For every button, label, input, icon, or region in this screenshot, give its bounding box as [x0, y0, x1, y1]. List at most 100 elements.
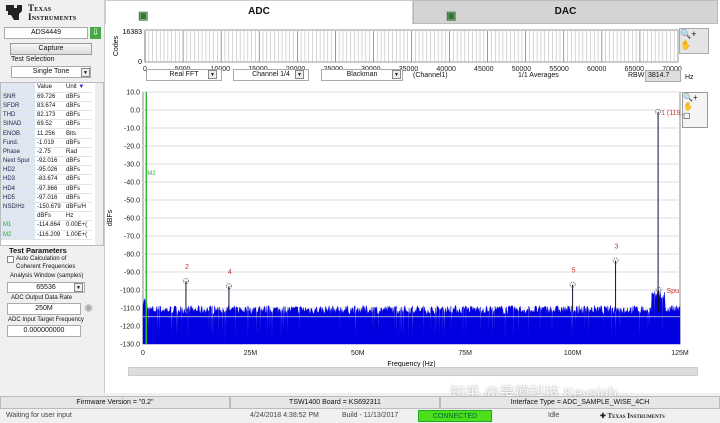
- x-tick: 100M: [564, 350, 582, 357]
- results-table[interactable]: Value Unit ▼ SNR 69.726 dBFs SFDR 83.674 dBFs TH…: [0, 82, 104, 246]
- pan-icon[interactable]: ✋: [683, 102, 693, 111]
- target-input[interactable]: 0.000000000: [7, 325, 81, 337]
- y-tick: -70.0: [124, 234, 140, 241]
- chevron-down-icon[interactable]: ▼: [295, 70, 304, 79]
- device-select[interactable]: ADS4449: [4, 27, 88, 39]
- auto-calc-checkbox[interactable]: [7, 256, 14, 263]
- brand-line2: Instruments: [28, 12, 77, 22]
- test-selection-value: Single Tone: [32, 68, 70, 75]
- row-value: -83.674: [35, 174, 64, 185]
- test-params-heading: Test Parameters: [9, 246, 67, 255]
- interface-type: Interface Type = ADC_SAMPLE_WISE_4CH: [440, 396, 720, 409]
- table-row[interactable]: NSD/Hz -150.679 dBFs/H: [1, 202, 92, 213]
- channel-note: (Channel1): [413, 72, 448, 79]
- codes-ymin: 0: [138, 59, 142, 66]
- tab-adc[interactable]: ▣ ADC: [105, 0, 413, 24]
- table-row[interactable]: THD 82.173 dBFs: [1, 110, 92, 121]
- row-unit: Bits: [64, 128, 92, 139]
- sort-icon: ▼: [78, 84, 85, 91]
- peak-label: 5: [572, 268, 576, 275]
- table-row[interactable]: M2 -116.209 1.00E+(: [1, 230, 92, 240]
- left-panel: Texas Instruments ADS4449 ⇩ Capture Test …: [0, 0, 104, 393]
- row-value: -92.016: [35, 156, 64, 167]
- tab-adc-label: ADC: [248, 6, 270, 17]
- row-name: M1: [1, 220, 35, 231]
- rate-input[interactable]: 250M: [7, 303, 81, 315]
- table-row[interactable]: Fund. -1.019 dBFs: [1, 138, 92, 148]
- row-unit: dBFs: [64, 138, 92, 148]
- pan-icon[interactable]: ✋: [680, 40, 691, 50]
- chevron-down-icon[interactable]: ▼: [208, 70, 217, 79]
- reset-zoom-icon[interactable]: ▢: [683, 111, 691, 120]
- window-func-dropdown[interactable]: Blackman: [321, 69, 403, 81]
- chevron-down-icon[interactable]: ▼: [81, 68, 90, 77]
- table-row[interactable]: Next Spur -92.016 dBFs: [1, 156, 92, 167]
- fft-zoom-tools[interactable]: 🔍+ ✋ ▢: [682, 92, 708, 128]
- table-row[interactable]: SFDR 83.674 dBFs: [1, 101, 92, 112]
- table-row[interactable]: HD5 -97.016 dBFs: [1, 193, 92, 203]
- x-tick: 75M: [458, 350, 472, 357]
- ti-logo-icon: [6, 5, 22, 20]
- table-row[interactable]: SINAD 69.52 dBFs: [1, 119, 92, 130]
- rate-label: ADC Output Data Rate: [11, 295, 73, 301]
- col-unit-label: Unit: [66, 84, 77, 91]
- table-scrollbar[interactable]: [95, 83, 103, 245]
- plus-icon[interactable]: +: [691, 29, 696, 39]
- row-name: THD: [1, 110, 35, 121]
- table-row[interactable]: ENOB 11.256 Bits: [1, 128, 92, 139]
- horizontal-scrollbar[interactable]: [128, 367, 698, 376]
- y-tick: -80.0: [124, 252, 140, 259]
- row-value: -114.864: [35, 220, 64, 231]
- chevron-down-icon[interactable]: ▼: [392, 70, 401, 79]
- gear-icon[interactable]: ✺: [84, 302, 93, 315]
- row-unit: dBFs: [64, 165, 92, 176]
- row-unit: dBFs: [64, 193, 92, 203]
- rbw-value: 3814.7: [645, 70, 681, 82]
- table-row[interactable]: HD2 -95.026 dBFs: [1, 165, 92, 176]
- row-name: Next Spur: [1, 156, 35, 167]
- table-row[interactable]: HD4 -97.866 dBFs: [1, 184, 92, 194]
- tab-dac[interactable]: ▣ DAC: [413, 0, 718, 24]
- test-selection-label: Test Selection: [11, 56, 55, 63]
- x-tick: 50M: [351, 350, 365, 357]
- table-row[interactable]: M1 -114.864 0.00E+(: [1, 220, 92, 231]
- y-tick: 10.0: [126, 90, 140, 97]
- zoom-icon[interactable]: 🔍: [680, 29, 691, 39]
- download-icon[interactable]: ⇩: [90, 27, 101, 39]
- row-name: NSD/Hz: [1, 202, 35, 213]
- row-name: ENOB: [1, 128, 35, 139]
- window-func-value: Blackman: [346, 71, 378, 78]
- row-name: Fund.: [1, 138, 35, 148]
- capture-button[interactable]: Capture: [10, 43, 92, 55]
- y-tick: -30.0: [124, 162, 140, 169]
- row-unit: 0.00E+(: [64, 220, 92, 231]
- y-tick: -90.0: [124, 270, 140, 277]
- window-label: Analysis Window (samples): [10, 273, 84, 279]
- adc-board-icon: ▣: [138, 10, 149, 22]
- y-tick: -120.0: [120, 324, 140, 331]
- col-unit[interactable]: Unit ▼: [64, 83, 92, 93]
- peak-label: Spu: [667, 288, 680, 295]
- x-tick: 25M: [244, 350, 258, 357]
- table-row[interactable]: Phase -2.75 Rad: [1, 147, 92, 158]
- firmware-version: Firmware Version = "0.2": [0, 396, 230, 409]
- zoom-icon[interactable]: 🔍: [683, 93, 693, 102]
- chevron-down-icon[interactable]: ▼: [74, 283, 83, 292]
- row-value: -97.016: [35, 193, 64, 203]
- averages: 1/1 Averages: [518, 72, 559, 79]
- row-unit: dBFs: [64, 110, 92, 121]
- table-row[interactable]: HD3 -83.674 dBFs: [1, 174, 92, 185]
- row-value: 69.726: [35, 92, 64, 102]
- target-label: ADC Input Target Frequency: [8, 317, 84, 323]
- row-unit: Rad: [64, 147, 92, 158]
- codes-ymax: 16383: [123, 29, 143, 36]
- table-row[interactable]: SNR 69.726 dBFs: [1, 92, 92, 102]
- build-date: Build - 11/13/2017: [342, 412, 399, 419]
- plus-icon[interactable]: +: [693, 93, 698, 102]
- test-selection-dropdown[interactable]: Single Tone: [11, 66, 91, 78]
- row-name: M2: [1, 230, 35, 240]
- row-value: -116.209: [35, 230, 64, 240]
- row-value: -95.026: [35, 165, 64, 176]
- table-row[interactable]: dBFs Hz: [1, 211, 92, 222]
- codes-zoom-tools[interactable]: 🔍+ ✋: [679, 28, 709, 54]
